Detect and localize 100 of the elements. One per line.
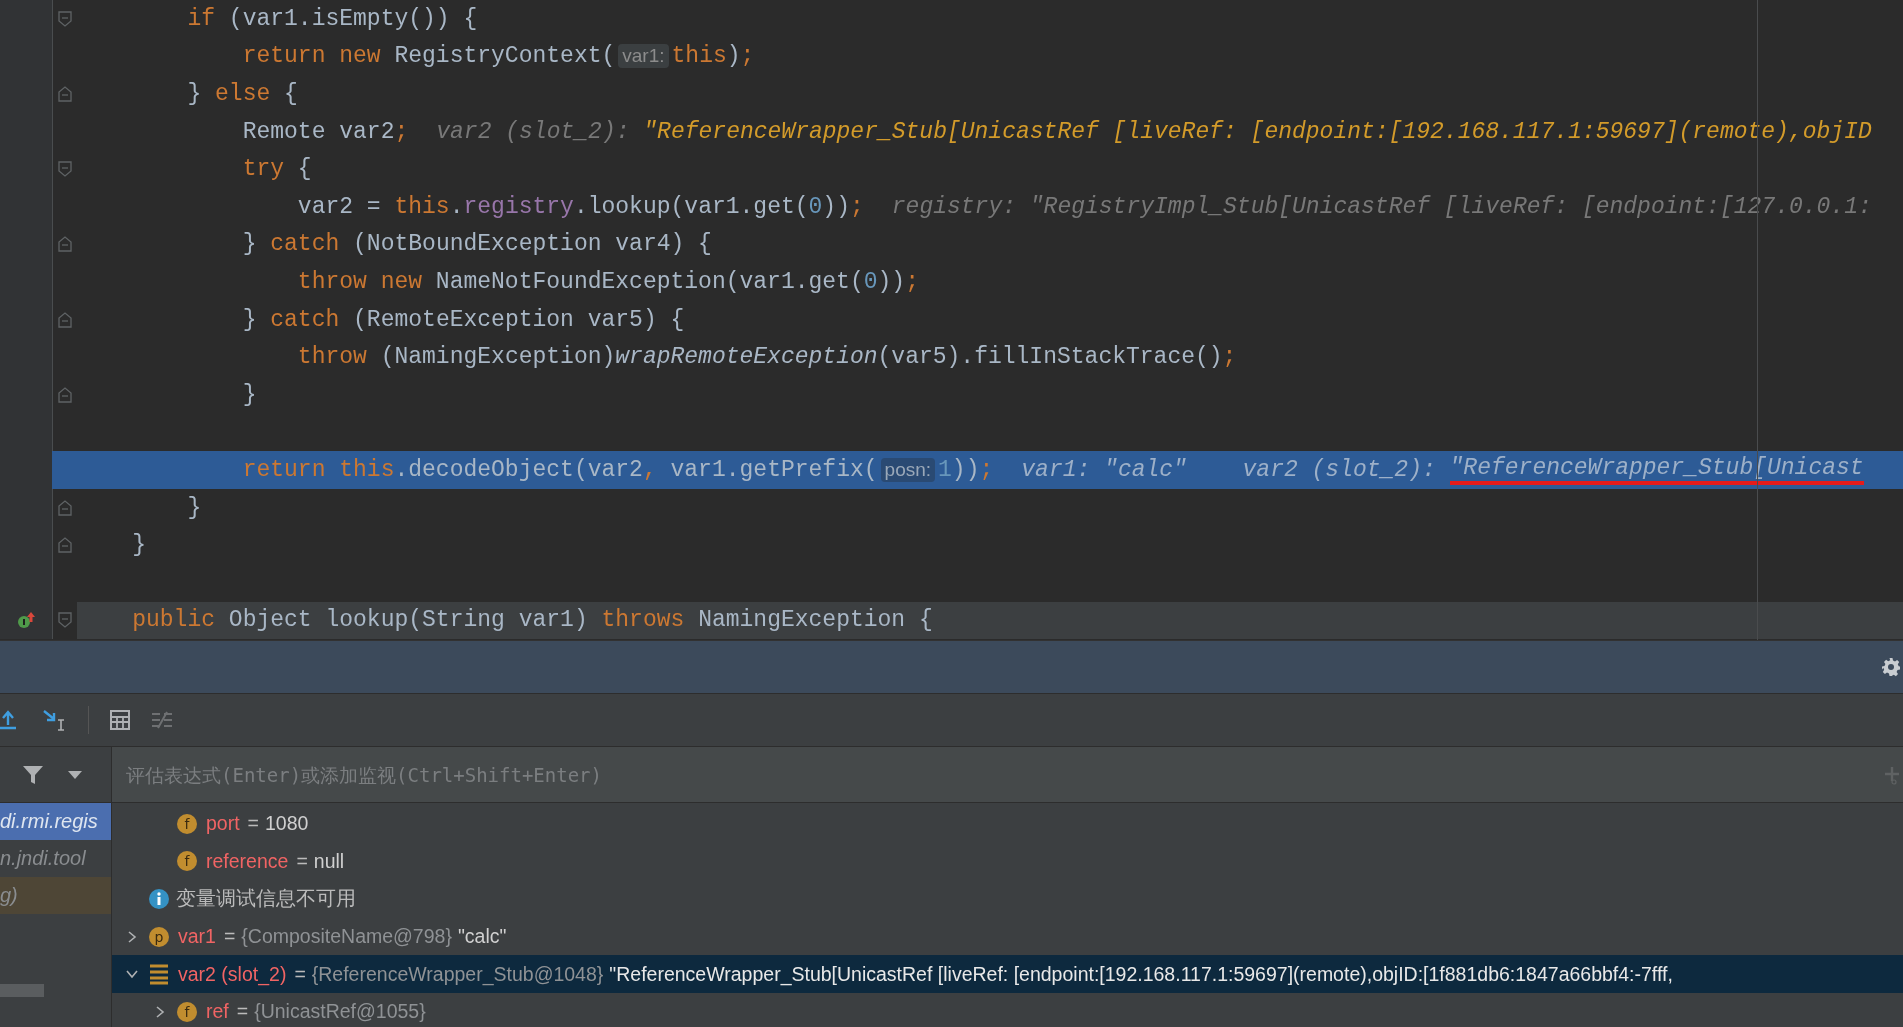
chevron-icon[interactable] <box>126 930 138 943</box>
code-number: 0 <box>863 268 878 295</box>
fold-icon[interactable] <box>57 161 72 178</box>
variable-name: var2 (slot_2) <box>178 962 287 986</box>
plus-icon[interactable] <box>1885 764 1899 785</box>
code-keyword: catch <box>270 306 341 333</box>
code-text: (var1.isEmpty()) { <box>228 5 478 32</box>
code-text: } <box>241 381 257 408</box>
code-keyword: throw new <box>296 268 424 295</box>
code-text: NamingException { <box>698 607 933 634</box>
stack-icon <box>148 963 170 986</box>
variable-row[interactable]: f ref = {UnicastRef@1055} <box>112 992 1903 1027</box>
stack-frame[interactable]: n.jndi.tool <box>0 840 111 877</box>
filter-icon[interactable] <box>22 763 44 786</box>
code-text: var2 = <box>296 193 382 220</box>
variable-value: 1080 <box>265 812 309 836</box>
variable-row[interactable]: p var1 = {CompositeName@798} "calc" <box>112 917 1903 956</box>
code-keyword: ; <box>849 193 864 220</box>
code-method: wrapRemoteException <box>615 344 878 371</box>
code-text: .decodeObject(var2 <box>394 456 643 483</box>
code-keyword: ; <box>740 43 755 70</box>
variable-row[interactable]: f reference = null <box>112 842 1903 881</box>
field-icon: p <box>148 925 170 948</box>
variable-value: "ReferenceWrapper_Stub[UnicastRef [liveRef: [endpoint:[192.168.117.1:59697](remote),objID:[1f881db6:1847a66bbf4:-7fff, <box>609 962 1673 986</box>
code-keyword: throws <box>601 607 686 634</box>
code-text: var1.getPrefix( <box>670 456 878 483</box>
implements-icon[interactable] <box>16 610 36 631</box>
field-icon: f <box>176 1000 198 1023</box>
code-keyword: this <box>671 43 727 70</box>
equals-sign: = <box>236 1000 249 1024</box>
code-keyword: try <box>241 156 286 183</box>
variable-name: var1 <box>178 925 216 949</box>
code-number: 1 <box>938 456 952 483</box>
chevron-icon[interactable] <box>126 968 138 981</box>
variable-row[interactable]: 变量调试信息不可用 <box>112 880 1903 918</box>
code-text: (NamingException) <box>380 344 616 371</box>
settings-icon[interactable] <box>1881 657 1901 677</box>
stack-frame[interactable]: di.rmi.regis <box>0 803 111 840</box>
field-icon: f <box>176 812 198 835</box>
code-text: { <box>297 156 312 183</box>
variable-value: "calc" <box>457 925 507 949</box>
chevron-icon[interactable] <box>154 1005 166 1018</box>
code-text: } <box>186 494 202 521</box>
field-icon: f <box>176 850 198 873</box>
info-icon <box>148 888 170 910</box>
code-text: )) <box>951 456 980 483</box>
code-text: } <box>241 306 258 333</box>
variable-type: {ReferenceWrapper_Stub@1048} <box>311 962 604 986</box>
calculator-icon[interactable] <box>109 709 131 731</box>
code-text: )) <box>822 193 850 220</box>
code-keyword: ; <box>1222 344 1237 371</box>
equals-sign: = <box>247 812 259 836</box>
code-keyword: catch <box>270 231 341 258</box>
fold-icon[interactable] <box>57 537 72 554</box>
variable-row[interactable]: f port = 1080 <box>112 805 1903 843</box>
scrollbar-thumb[interactable] <box>0 984 44 997</box>
list-icon[interactable] <box>151 709 173 731</box>
fold-icon[interactable] <box>57 499 72 516</box>
code-keyword: public <box>131 607 217 634</box>
caret-icon[interactable] <box>68 770 82 779</box>
stack-frame[interactable]: g) <box>0 877 111 914</box>
variable-row[interactable]: var2 (slot_2) = {ReferenceWrapper_Stub@1048} "ReferenceWrapper_Stub[UnicastRef [liveRef: [endpoint:[192.168.117.1:59697](remote),objID:[1f881db6:1847a66bbf4:-7fff, <box>112 955 1903 993</box>
code-keyword: else <box>215 81 272 107</box>
code-text: NameNotFoundException(var1.get( <box>435 268 864 295</box>
variable-type: {UnicastRef@1055} <box>254 1000 426 1024</box>
debug-value-hint: "ReferenceWrapper_Stub[UnicastRef [liveRef: [endpoint:[192.168.117.1:59697](remote),objID <box>643 118 1872 145</box>
debug-value-hint: registry: "RegistryImpl_Stub[UnicastRef [liveRef: [endpoint:[127.0.0.1: <box>891 193 1872 220</box>
code-keyword: ; <box>394 118 409 145</box>
code-text: } <box>131 532 146 559</box>
code-number: 0 <box>808 193 823 220</box>
debug-value-hint: var2 (slot_2): <box>1241 456 1437 483</box>
variable-name: ref <box>206 1000 229 1024</box>
code-keyword: ; <box>979 456 994 483</box>
equals-sign: = <box>223 925 236 949</box>
variable-name: port <box>206 812 240 836</box>
code-text: } <box>186 81 203 107</box>
parameter-hint: posn: <box>880 457 936 482</box>
fold-icon[interactable] <box>57 386 72 403</box>
code-text: (NotBoundException var4) { <box>353 231 712 258</box>
code-field: registry <box>463 193 574 220</box>
code-text: )) <box>877 268 906 295</box>
fold-icon[interactable] <box>57 10 72 27</box>
fold-icon[interactable] <box>57 236 72 253</box>
code-keyword: this <box>394 193 450 220</box>
code-keyword: ; <box>905 268 919 295</box>
code-keyword: return this <box>241 456 395 483</box>
fold-icon[interactable] <box>57 612 72 629</box>
fold-icon[interactable] <box>57 311 72 328</box>
code-keyword: return new <box>241 43 382 70</box>
variable-name: reference <box>206 849 289 873</box>
code-text: .lookup(var1.get( <box>573 193 809 220</box>
fold-icon[interactable] <box>57 86 72 102</box>
variable-value: 变量调试信息不可用 <box>176 886 356 912</box>
code-keyword: , <box>642 456 658 483</box>
variable-value: null <box>313 849 345 873</box>
debug-value-hint: var1: "calc" <box>1021 456 1187 483</box>
variable-type: {CompositeName@798} <box>241 925 452 949</box>
code-text: { <box>284 81 298 107</box>
debug-value-hint: var2 (slot_2): <box>436 118 631 145</box>
code-text: } <box>241 231 258 258</box>
